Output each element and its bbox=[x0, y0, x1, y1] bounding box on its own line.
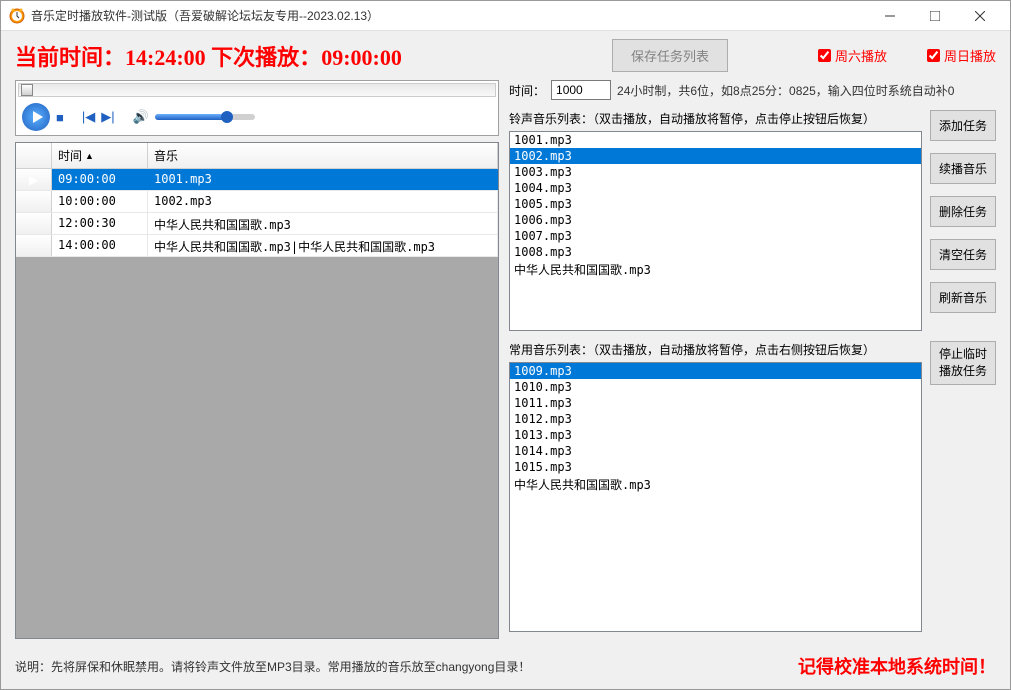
footer-note: 说明：先将屏保和休眠禁用。请将铃声文件放至MP3目录。常用播放的音乐放至chan… bbox=[15, 658, 798, 675]
grid-col-music[interactable]: 音乐 bbox=[148, 143, 498, 169]
list-item[interactable]: 中华人民共和国国歌.mp3 bbox=[510, 260, 921, 279]
cell-music: 1002.mp3 bbox=[148, 191, 498, 212]
prev-button[interactable]: |◀ bbox=[82, 109, 95, 125]
list-item[interactable]: 1009.mp3 bbox=[510, 363, 921, 379]
common-music-listbox[interactable]: 1009.mp31010.mp31011.mp31012.mp31013.mp3… bbox=[509, 362, 922, 632]
task-grid[interactable]: 时间 ▲ 音乐 ▶09:00:001001.mp310:00:001002.mp… bbox=[15, 142, 499, 639]
cell-time: 09:00:00 bbox=[52, 169, 148, 190]
header-row: 当前时间：14:24:00 下次播放：09:00:00 保存任务列表 周六播放 … bbox=[1, 31, 1010, 80]
cell-time: 14:00:00 bbox=[52, 235, 148, 256]
sunday-checkbox-input[interactable] bbox=[927, 49, 940, 62]
app-icon bbox=[9, 8, 25, 24]
list-item[interactable]: 中华人民共和国国歌.mp3 bbox=[510, 475, 921, 494]
cell-music: 1001.mp3 bbox=[148, 169, 498, 190]
list-item[interactable]: 1006.mp3 bbox=[510, 212, 921, 228]
delete-task-button[interactable]: 删除任务 bbox=[930, 196, 996, 227]
save-task-list-button[interactable]: 保存任务列表 bbox=[612, 39, 728, 72]
stop-button[interactable]: ■ bbox=[56, 110, 64, 125]
list-item[interactable]: 1008.mp3 bbox=[510, 244, 921, 260]
volume-icon[interactable]: 🔊 bbox=[133, 109, 149, 125]
table-row[interactable]: 12:00:30中华人民共和国国歌.mp3 bbox=[16, 213, 498, 235]
play-button[interactable] bbox=[22, 103, 50, 131]
time-input-hint: 24小时制，共6位，如8点25分：0825，输入四位时系统自动补0 bbox=[617, 82, 954, 99]
row-indicator bbox=[16, 213, 52, 234]
list-item[interactable]: 1013.mp3 bbox=[510, 427, 921, 443]
row-indicator bbox=[16, 191, 52, 212]
cell-music: 中华人民共和国国歌.mp3|中华人民共和国国歌.mp3 bbox=[148, 235, 498, 256]
saturday-checkbox-input[interactable] bbox=[818, 49, 831, 62]
row-indicator: ▶ bbox=[16, 169, 52, 190]
table-row[interactable]: ▶09:00:001001.mp3 bbox=[16, 169, 498, 191]
cell-time: 12:00:30 bbox=[52, 213, 148, 234]
sort-asc-icon: ▲ bbox=[85, 151, 94, 161]
time-input[interactable] bbox=[551, 80, 611, 100]
footer-warning: 记得校准本地系统时间！ bbox=[798, 653, 996, 679]
maximize-button[interactable] bbox=[912, 2, 957, 30]
cell-time: 10:00:00 bbox=[52, 191, 148, 212]
media-player: ■ |◀ ▶| 🔊 bbox=[15, 80, 499, 136]
table-row[interactable]: 10:00:001002.mp3 bbox=[16, 191, 498, 213]
list-item[interactable]: 1001.mp3 bbox=[510, 132, 921, 148]
list-item[interactable]: 1004.mp3 bbox=[510, 180, 921, 196]
ring-music-listbox[interactable]: 1001.mp31002.mp31003.mp31004.mp31005.mp3… bbox=[509, 131, 922, 331]
window-title: 音乐定时播放软件-测试版（吾爱破解论坛坛友专用--2023.02.13） bbox=[31, 7, 867, 24]
close-button[interactable] bbox=[957, 2, 1002, 30]
refresh-music-button[interactable]: 刷新音乐 bbox=[930, 282, 996, 313]
list-item[interactable]: 1005.mp3 bbox=[510, 196, 921, 212]
row-indicator bbox=[16, 235, 52, 256]
titlebar: 音乐定时播放软件-测试版（吾爱破解论坛坛友专用--2023.02.13） bbox=[1, 1, 1010, 31]
list-item[interactable]: 1002.mp3 bbox=[510, 148, 921, 164]
time-input-label: 时间： bbox=[509, 82, 545, 99]
list-item[interactable]: 1003.mp3 bbox=[510, 164, 921, 180]
list-item[interactable]: 1007.mp3 bbox=[510, 228, 921, 244]
app-window: 音乐定时播放软件-测试版（吾爱破解论坛坛友专用--2023.02.13） 当前时… bbox=[0, 0, 1011, 690]
list-item[interactable]: 1015.mp3 bbox=[510, 459, 921, 475]
list-item[interactable]: 1011.mp3 bbox=[510, 395, 921, 411]
continue-play-button[interactable]: 续播音乐 bbox=[930, 153, 996, 184]
saturday-checkbox[interactable]: 周六播放 bbox=[818, 46, 887, 65]
cell-music: 中华人民共和国国歌.mp3 bbox=[148, 213, 498, 234]
grid-col-time[interactable]: 时间 ▲ bbox=[52, 143, 148, 169]
list-item[interactable]: 1012.mp3 bbox=[510, 411, 921, 427]
sunday-checkbox[interactable]: 周日播放 bbox=[927, 46, 996, 65]
current-time-display: 当前时间：14:24:00 下次播放：09:00:00 bbox=[15, 40, 402, 72]
volume-slider[interactable] bbox=[155, 114, 255, 120]
clear-task-button[interactable]: 清空任务 bbox=[930, 239, 996, 270]
list-item[interactable]: 1014.mp3 bbox=[510, 443, 921, 459]
common-list-label: 常用音乐列表：（双击播放，自动播放将暂停，点击右侧按钮后恢复） bbox=[509, 341, 922, 358]
table-row[interactable]: 14:00:00中华人民共和国国歌.mp3|中华人民共和国国歌.mp3 bbox=[16, 235, 498, 257]
ring-list-label: 铃声音乐列表：（双击播放，自动播放将暂停，点击停止按钮后恢复） bbox=[509, 110, 922, 127]
list-item[interactable]: 1010.mp3 bbox=[510, 379, 921, 395]
add-task-button[interactable]: 添加任务 bbox=[930, 110, 996, 141]
next-button[interactable]: ▶| bbox=[101, 109, 114, 125]
minimize-button[interactable] bbox=[867, 2, 912, 30]
seek-slider[interactable] bbox=[18, 83, 496, 97]
stop-temp-button[interactable]: 停止临时播放任务 bbox=[930, 341, 996, 385]
